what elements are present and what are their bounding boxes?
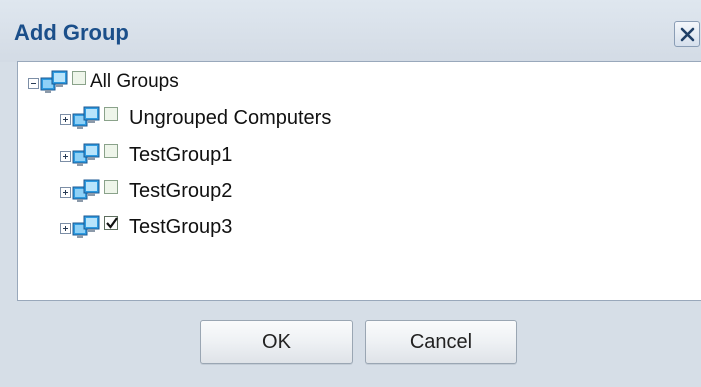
expand-toggle[interactable] bbox=[60, 114, 71, 125]
cancel-button[interactable]: Cancel bbox=[365, 320, 517, 364]
tree-node-ungrouped-computers[interactable]: Ungrouped Computers bbox=[58, 105, 418, 135]
expand-toggle[interactable] bbox=[60, 223, 71, 234]
checkbox-testgroup3[interactable] bbox=[104, 216, 118, 230]
tree-node-label: TestGroup1 bbox=[129, 144, 233, 166]
checkbox-ungrouped-computers[interactable] bbox=[104, 107, 118, 121]
tree-node-label: All Groups bbox=[90, 71, 179, 92]
group-tree: All Groups Ungrouped Computers TestGroup… bbox=[17, 61, 701, 301]
tree-node-all-groups[interactable]: All Groups bbox=[26, 69, 326, 99]
tree-node-label: TestGroup2 bbox=[129, 180, 233, 202]
tree-node-testgroup3[interactable]: TestGroup3 bbox=[58, 214, 358, 244]
computers-icon bbox=[72, 179, 100, 202]
checkbox-testgroup2[interactable] bbox=[104, 180, 118, 194]
tree-node-label: Ungrouped Computers bbox=[129, 107, 332, 129]
dialog-title: Add Group bbox=[14, 20, 129, 45]
computers-icon bbox=[72, 106, 100, 129]
close-button[interactable] bbox=[674, 21, 700, 47]
computers-icon bbox=[40, 70, 68, 93]
dialog-titlebar: Add Group bbox=[0, 0, 701, 62]
tree-node-testgroup1[interactable]: TestGroup1 bbox=[58, 142, 358, 172]
ok-button[interactable]: OK bbox=[200, 320, 353, 364]
expand-toggle[interactable] bbox=[60, 151, 71, 162]
collapse-toggle[interactable] bbox=[28, 78, 39, 89]
close-icon bbox=[680, 27, 695, 42]
add-group-dialog: Add Group All Groups Ungrouped Computers… bbox=[0, 0, 701, 387]
computers-icon bbox=[72, 215, 100, 238]
computers-icon bbox=[72, 143, 100, 166]
checkbox-testgroup1[interactable] bbox=[104, 144, 118, 158]
checkmark-icon bbox=[106, 217, 118, 229]
tree-node-testgroup2[interactable]: TestGroup2 bbox=[58, 178, 358, 208]
checkbox-all-groups[interactable] bbox=[72, 71, 86, 85]
tree-node-label: TestGroup3 bbox=[129, 216, 233, 238]
expand-toggle[interactable] bbox=[60, 187, 71, 198]
